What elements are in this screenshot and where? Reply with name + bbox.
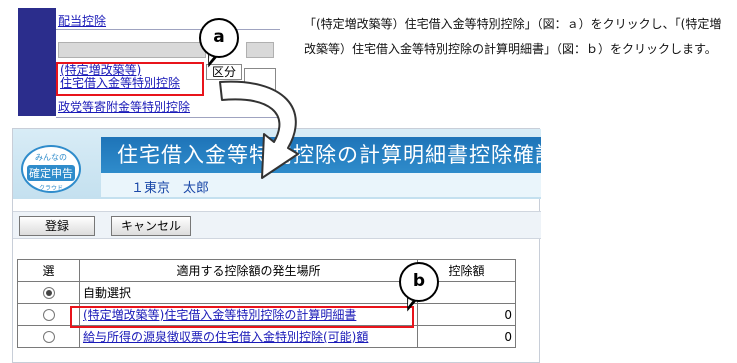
- table-row: 給与所得の源泉徴収票の住宅借入金特別控除(可能)額 0: [17, 325, 516, 348]
- fragment-row-blank: [56, 38, 280, 60]
- gray-field: [58, 42, 206, 58]
- fragment-sidebar: [18, 8, 56, 116]
- link-haito-kojo[interactable]: 配当控除: [58, 12, 106, 29]
- instruction-text: 「(特定増改築等）住宅借入金等特別控除」（図：ａ）をクリックし、「(特定増改築等…: [304, 17, 722, 56]
- curved-arrow-icon: [219, 80, 299, 179]
- row-amount: 0: [417, 303, 516, 326]
- callout-a: a: [199, 18, 239, 58]
- radio-auto[interactable]: [42, 287, 55, 299]
- radio-calc-sheet[interactable]: [42, 309, 55, 321]
- row-select-cell: [17, 325, 80, 348]
- cancel-button[interactable]: キャンセル: [111, 216, 191, 236]
- row-select-cell: [17, 281, 80, 304]
- logo-bottom-text: クラウド: [38, 185, 63, 192]
- gray-small-field: [246, 42, 274, 58]
- callout-b: b: [399, 262, 439, 302]
- fragment-row-haito: 配当控除: [56, 8, 280, 30]
- link-seito-kifu[interactable]: 政党等寄附金等特別控除: [58, 98, 190, 115]
- logo-top-text: みんなの: [35, 153, 67, 162]
- row-amount: 0: [417, 325, 516, 348]
- page-title: 住宅借入金等特別控除の計算明細書控除確認: [117, 143, 557, 167]
- link-withholding-slip[interactable]: 給与所得の源泉徴収票の住宅借入金特別控除(可能)額: [83, 330, 368, 344]
- highlight-b-box: [70, 306, 414, 328]
- deduction-table: 選 適用する控除額の発生場所 控除額 自動選択 (特定増改築等)住宅借入金等特別…: [17, 259, 516, 348]
- logo-main-text: 確定申告: [27, 165, 75, 181]
- toolbar: 登録 キャンセル: [13, 211, 541, 239]
- app-logo: みんなの 確定申告 クラウド: [21, 145, 81, 193]
- register-button[interactable]: 登録: [19, 216, 95, 236]
- table-header-row: 選 適用する控除額の発生場所 控除額: [17, 259, 516, 282]
- row-place-cell: 給与所得の源泉徴収票の住宅借入金特別控除(可能)額: [79, 325, 418, 348]
- col-header-place: 適用する控除額の発生場所: [79, 259, 418, 282]
- radio-withholding[interactable]: [42, 331, 55, 343]
- table-row: 自動選択: [17, 281, 516, 304]
- col-header-select: 選: [17, 259, 80, 282]
- row-place: 自動選択: [79, 281, 418, 304]
- highlight-a-box: [56, 62, 204, 96]
